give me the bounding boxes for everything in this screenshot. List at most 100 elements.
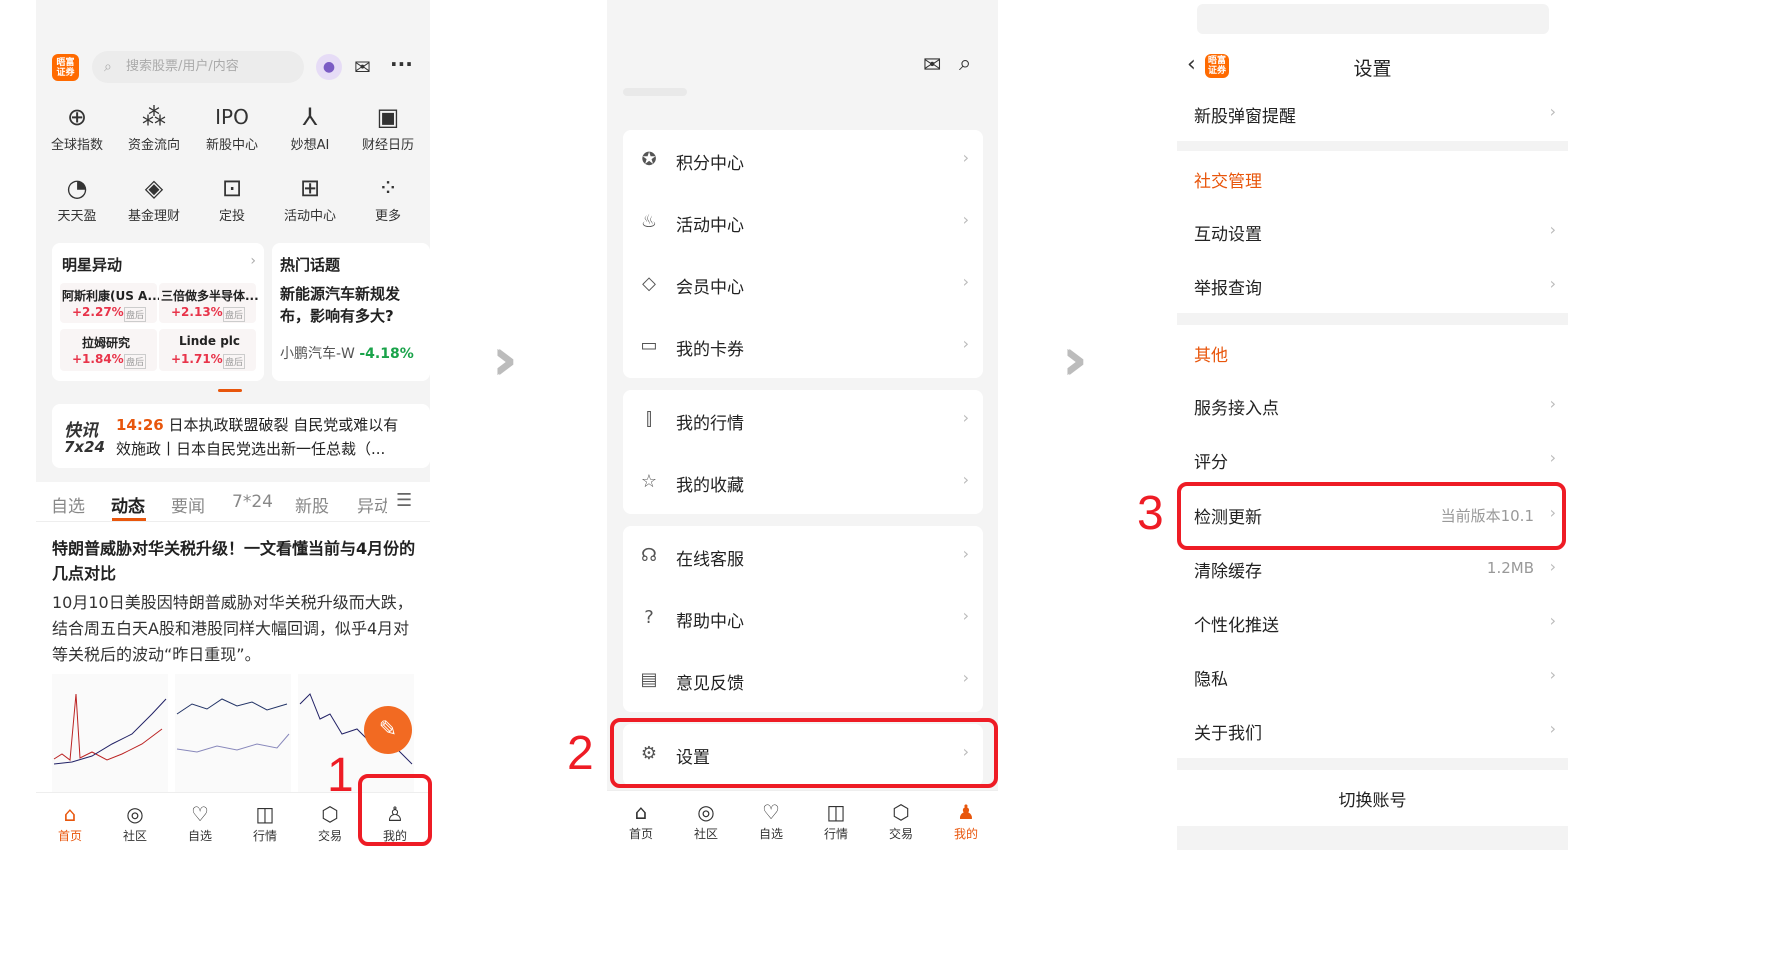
menu-feedback[interactable]: ▤ 意见反馈 › — [623, 650, 983, 712]
search-icon[interactable]: ⌕ — [959, 51, 971, 76]
setting-report-query[interactable]: 举报查询 › — [1177, 259, 1568, 313]
menu-points-center[interactable]: ✪ 积分中心 › — [623, 130, 983, 192]
tab-7x24[interactable]: 7*24 — [232, 492, 273, 512]
setting-clear-cache[interactable]: 清除缓存 1.2MB › — [1177, 542, 1568, 596]
section-other: 其他 — [1177, 325, 1568, 379]
settings-screen: ‹ 晤富 证券 设置 新股弹窗提醒 › 社交管理 互动设置 › 举报查询 › 其他 服务… — [1177, 0, 1568, 850]
tab-ipo[interactable]: 新股 — [295, 492, 329, 517]
question-icon: ? — [644, 607, 654, 628]
quick-tiantianying[interactable]: ◔ 天天盈 — [38, 171, 116, 224]
compass-icon: ◎ — [697, 800, 715, 824]
setting-interaction[interactable]: 互动设置 › — [1177, 205, 1568, 259]
setting-personalized-push[interactable]: 个性化推送 › — [1177, 596, 1568, 650]
chevron-right-icon: › — [250, 253, 256, 269]
status-placeholder — [1197, 4, 1549, 34]
mover-item[interactable]: Linde plc +1.71% 盘后 — [159, 329, 256, 371]
star-movers-card[interactable]: 明星异动 › 阿斯利康(US A... +2.27% 盘后 三倍做多半导体...… — [52, 243, 264, 381]
menu-my-favorites[interactable]: ☆ 我的收藏 › — [623, 452, 983, 514]
quick-global-index[interactable]: ⊕ 全球指数 — [38, 100, 116, 153]
hot-topic-card[interactable]: 热门话题 新能源汽车新规发布，影响有多大? 小鹏汽车-W -4.18% — [272, 243, 430, 381]
setting-privacy[interactable]: 隐私 › — [1177, 650, 1568, 704]
article-chart-thumbnail — [52, 674, 414, 792]
mover-item[interactable]: 三倍做多半导体... +2.13% 盘后 — [159, 283, 259, 323]
more-icon[interactable]: ··· — [390, 52, 413, 76]
mover-item[interactable]: 拉姆研究 +1.84% 盘后 — [60, 329, 157, 371]
menu-help-center[interactable]: ? 帮助中心 › — [623, 588, 983, 650]
quick-activity[interactable]: ⊞ 活动中心 — [271, 171, 349, 224]
chart-up-icon: ⊡ — [221, 174, 243, 202]
trade-icon: ⬡ — [321, 802, 339, 826]
tab-movers[interactable]: 异动 — [357, 492, 387, 517]
setting-rating[interactable]: 评分 › — [1177, 433, 1568, 487]
menu-icon[interactable]: ☰ — [396, 490, 412, 511]
article-body: 10月10日美股因特朗普威胁对华关税升级而大跌，结合周五白天A股和港股同样大幅回… — [52, 593, 413, 664]
chevron-right-icon: › — [962, 334, 969, 353]
ai-icon: ⅄ — [302, 103, 318, 131]
ticket-icon: ▭ — [640, 335, 658, 356]
chevron-right-icon: › — [962, 668, 969, 687]
nav-mine[interactable]: ♟ 我的 — [934, 799, 998, 842]
page-title: 设置 — [1353, 58, 1392, 80]
nav-community[interactable]: ◎ 社区 — [103, 801, 167, 844]
nav-market[interactable]: ◫ 行情 — [804, 799, 868, 842]
setting-about-us[interactable]: 关于我们 › — [1177, 704, 1568, 758]
quick-fund-flow[interactable]: ⁂ 资金流向 — [115, 100, 193, 153]
mover-item[interactable]: 阿斯利康(US A... +2.27% 盘后 — [60, 283, 161, 323]
quick-calendar[interactable]: ▣ 财经日历 — [349, 100, 427, 153]
nav-watchlist[interactable]: ♡ 自选 — [739, 799, 803, 842]
menu-online-service[interactable]: ☊ 在线客服 › — [623, 526, 983, 588]
star-icon: ☆ — [640, 471, 658, 492]
menu-my-coupons[interactable]: ▭ 我的卡券 › — [623, 316, 983, 378]
quick-ipo-center[interactable]: IPO 新股中心 — [193, 100, 271, 153]
nav-home[interactable]: ⌂ 首页 — [38, 801, 102, 844]
nav-community[interactable]: ◎ 社区 — [674, 799, 738, 842]
compose-button[interactable]: ✎ — [364, 706, 412, 754]
globe-icon: ⊕ — [66, 103, 88, 131]
step-number: 1 — [327, 749, 354, 802]
app-logo: 晤富 证券 — [52, 54, 79, 81]
article-card[interactable]: 特朗普威胁对华关税升级！一文看懂当前与4月份的几点对比 10月10日美股因特朗普… — [36, 522, 430, 792]
quick-more[interactable]: ⁘ 更多 — [349, 171, 427, 224]
headset-icon: ☊ — [641, 545, 657, 566]
menu-my-market[interactable]: ⫿ 我的行情 › — [623, 390, 983, 452]
chevron-right-icon: › — [962, 470, 969, 489]
tab-news[interactable]: 要闻 — [171, 492, 205, 517]
fund-icon: ◈ — [144, 174, 164, 202]
menu-group-support: ☊ 在线客服 › ? 帮助中心 › ▤ 意见反馈 › — [623, 526, 983, 712]
chevron-right-icon: › — [962, 606, 969, 625]
step-number: 2 — [567, 727, 594, 780]
mail-icon[interactable]: ✉ — [923, 53, 941, 78]
switch-account-button[interactable]: 切换账号 — [1177, 770, 1568, 826]
quick-miaoxiang-ai[interactable]: ⅄ 妙想AI — [271, 100, 349, 153]
search-input[interactable]: ⌕ 搜索股票/用户/内容 — [92, 51, 304, 83]
quick-fund[interactable]: ◈ 基金理财 — [115, 171, 193, 224]
chevron-right-icon: › — [1549, 394, 1556, 413]
nav-trade[interactable]: ⬡ 交易 — [298, 801, 362, 844]
menu-activity-center[interactable]: ♨ 活动中心 › — [623, 192, 983, 254]
menu-member-center[interactable]: ◇ 会员中心 › — [623, 254, 983, 316]
chevron-right-icon: › — [1549, 102, 1556, 121]
setting-service-access[interactable]: 服务接入点 › — [1177, 379, 1568, 433]
chevron-right-icon: › — [962, 408, 969, 427]
chevron-right-icon: › — [1549, 665, 1556, 684]
nav-trade[interactable]: ⬡ 交易 — [869, 799, 933, 842]
piggy-icon: ◔ — [66, 174, 88, 202]
topic-headline: 新能源汽车新规发布，影响有多大? — [280, 285, 401, 325]
quick-auto-invest[interactable]: ⊡ 定投 — [193, 171, 271, 224]
nav-market[interactable]: ◫ 行情 — [233, 801, 297, 844]
nav-watchlist[interactable]: ♡ 自选 — [168, 801, 232, 844]
ipo-icon: IPO — [215, 105, 249, 129]
active-tab-underline — [112, 518, 146, 521]
step-highlight — [1177, 482, 1566, 550]
setting-ipo-popup[interactable]: 新股弹窗提醒 › — [1177, 87, 1568, 141]
star-badge-icon: ✪ — [641, 149, 657, 170]
tab-watchlist[interactable]: 自选 — [51, 492, 85, 517]
tab-dynamic[interactable]: 动态 — [111, 492, 145, 517]
candlestick-icon: ⫿ — [646, 409, 652, 430]
bottom-nav: ⌂ 首页 ◎ 社区 ♡ 自选 ◫ 行情 ⬡ 交易 ♟ 我的 — [607, 790, 998, 850]
mail-icon[interactable]: ✉ — [354, 55, 371, 79]
ai-avatar-icon[interactable]: ● — [316, 54, 342, 80]
nav-home[interactable]: ⌂ 首页 — [609, 799, 673, 842]
search-icon: ⌕ — [104, 59, 112, 75]
flash-news-card[interactable]: 快讯 7x24 14:26 日本执政联盟破裂 自民党或难以有 效施政丨日本自民党… — [52, 404, 430, 468]
